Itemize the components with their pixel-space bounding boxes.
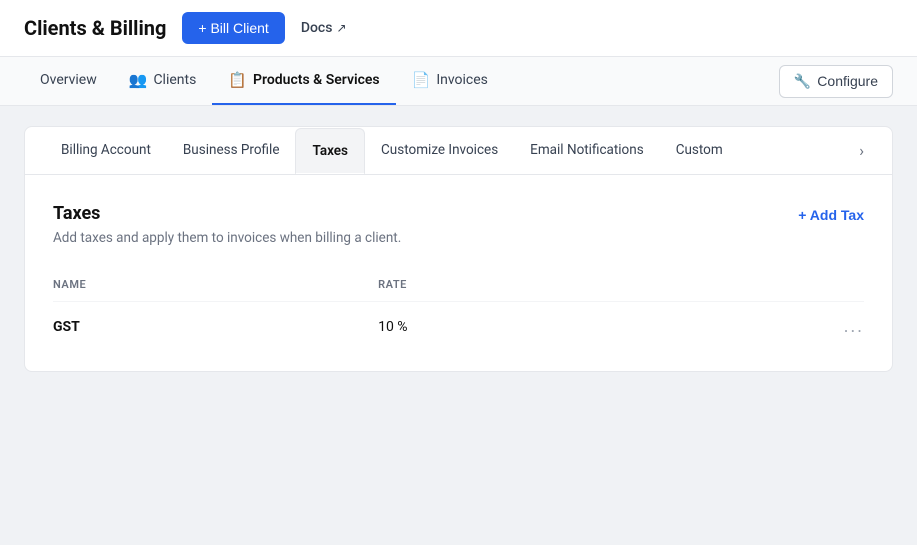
sub-tabs: Billing Account Business Profile Taxes C…: [25, 127, 892, 175]
tab-clients[interactable]: 👥 Clients: [113, 57, 213, 105]
main-card: Billing Account Business Profile Taxes C…: [24, 126, 893, 372]
tab-invoices-label: Invoices: [436, 72, 488, 88]
col-header-actions: [666, 270, 864, 302]
tax-table-body: GST 10 % ...: [53, 302, 864, 352]
sub-tab-billing-account-label: Billing Account: [61, 142, 151, 158]
tab-overview[interactable]: Overview: [24, 58, 113, 104]
col-header-name: NAME: [53, 270, 378, 302]
sub-tab-billing-account[interactable]: Billing Account: [45, 128, 167, 174]
ellipsis-icon[interactable]: ...: [844, 316, 864, 337]
tab-products-label: Products & Services: [253, 72, 380, 88]
page-wrapper: Clients & Billing + Bill Client Docs ↗ O…: [0, 0, 917, 545]
docs-link[interactable]: Docs ↗: [301, 20, 347, 36]
tab-overview-label: Overview: [40, 72, 97, 88]
tab-clients-label: Clients: [153, 72, 196, 88]
tax-name: GST: [53, 302, 378, 352]
sub-tab-customize-invoices[interactable]: Customize Invoices: [365, 128, 514, 174]
sub-tab-taxes-label: Taxes: [312, 143, 348, 159]
configure-button[interactable]: 🔧 Configure: [779, 65, 893, 98]
taxes-content: Taxes Add taxes and apply them to invoic…: [25, 175, 892, 371]
tax-actions[interactable]: ...: [666, 302, 864, 352]
bill-client-button[interactable]: + Bill Client: [182, 12, 284, 44]
tax-table: NAME RATE GST 10 % ...: [53, 270, 864, 351]
taxes-header-left: Taxes Add taxes and apply them to invoic…: [53, 203, 401, 246]
invoices-icon: 📄: [412, 71, 431, 89]
nav-bar: Overview 👥 Clients 📋 Products & Services…: [0, 57, 917, 106]
sub-tab-customize-invoices-label: Customize Invoices: [381, 142, 498, 158]
clients-icon: 👥: [129, 71, 148, 89]
main-content: Billing Account Business Profile Taxes C…: [0, 106, 917, 392]
tab-products[interactable]: 📋 Products & Services: [212, 57, 395, 105]
tax-table-header-row: NAME RATE: [53, 270, 864, 302]
sub-tab-email-notifications[interactable]: Email Notifications: [514, 128, 660, 174]
col-header-rate: RATE: [378, 270, 666, 302]
sub-tab-email-notifications-label: Email Notifications: [530, 142, 644, 158]
sub-tab-business-profile-label: Business Profile: [183, 142, 280, 158]
taxes-title: Taxes: [53, 203, 401, 224]
tax-table-head: NAME RATE: [53, 270, 864, 302]
products-icon: 📋: [228, 71, 247, 89]
top-header: Clients & Billing + Bill Client Docs ↗: [0, 0, 917, 57]
tax-rate: 10 %: [378, 302, 666, 352]
sub-tab-custom-label: Custom: [676, 142, 723, 158]
table-row: GST 10 % ...: [53, 302, 864, 352]
docs-label: Docs: [301, 20, 333, 36]
add-tax-button[interactable]: + Add Tax: [798, 203, 864, 227]
tab-invoices[interactable]: 📄 Invoices: [396, 57, 504, 105]
sub-tab-custom[interactable]: Custom: [660, 128, 739, 174]
sub-tab-taxes[interactable]: Taxes: [295, 128, 365, 175]
taxes-header: Taxes Add taxes and apply them to invoic…: [53, 203, 864, 246]
taxes-description: Add taxes and apply them to invoices whe…: [53, 230, 401, 246]
configure-label: Configure: [817, 73, 878, 89]
page-title: Clients & Billing: [24, 16, 166, 40]
sub-tab-business-profile[interactable]: Business Profile: [167, 128, 296, 174]
sub-tabs-chevron[interactable]: ›: [851, 127, 872, 174]
nav-tabs: Overview 👥 Clients 📋 Products & Services…: [24, 57, 504, 105]
configure-icon: 🔧: [794, 73, 811, 90]
external-link-icon: ↗: [336, 21, 346, 35]
